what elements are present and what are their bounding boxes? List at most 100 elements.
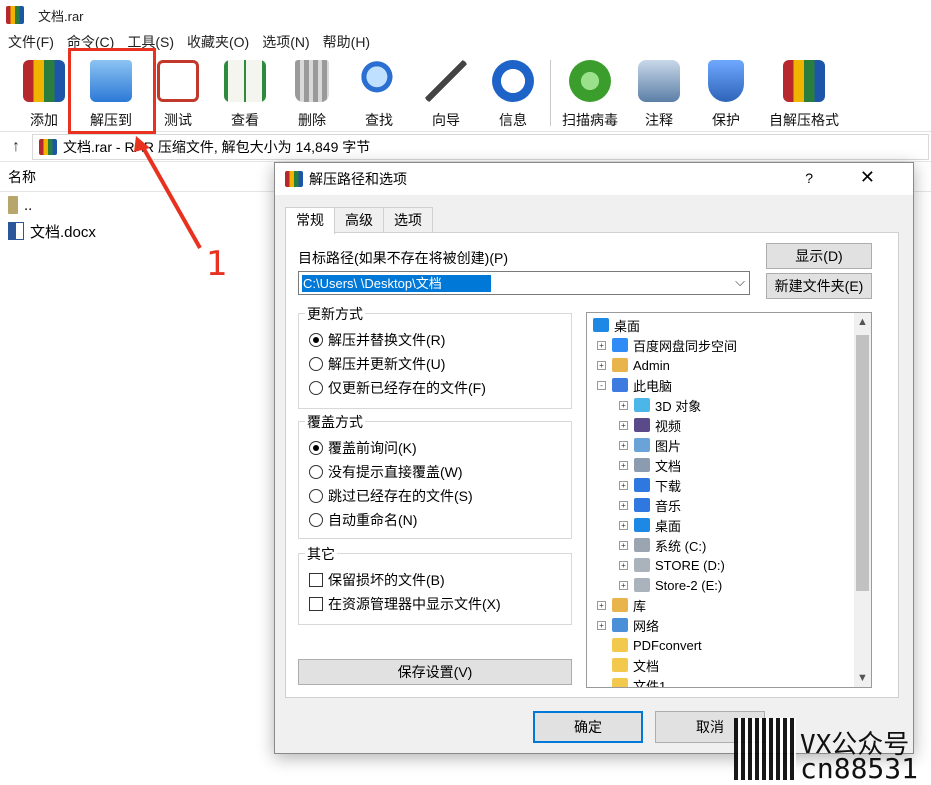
tree-node[interactable]: + 桌面: [619, 515, 681, 535]
tab-general[interactable]: 常规: [285, 207, 335, 234]
radio-overwrite-silent[interactable]: 没有提示直接覆盖(W): [309, 462, 463, 482]
window-title: 文档.rar: [38, 8, 84, 24]
highlight-box: [68, 48, 156, 134]
archive-path: 文档.rar - RAR 压缩文件, 解包大小为 14,849 字节: [32, 133, 929, 160]
desktop-folder-icon: [634, 518, 650, 532]
address-bar: ↑ 文档.rar - RAR 压缩文件, 解包大小为 14,849 字节: [0, 132, 931, 162]
menu-file[interactable]: 文件(F): [8, 32, 54, 52]
expand-icon[interactable]: +: [597, 340, 606, 350]
tree-node[interactable]: 桌面: [593, 315, 640, 335]
scroll-up-icon[interactable]: ▲: [857, 316, 868, 328]
tree-node[interactable]: +3D 对象: [619, 395, 701, 415]
tree-node[interactable]: + STORE (D:): [619, 555, 725, 575]
tree-node[interactable]: + 文档: [619, 455, 681, 475]
menu-favorites[interactable]: 收藏夹(O): [187, 32, 249, 52]
expand-icon[interactable]: +: [619, 560, 628, 570]
tree-node[interactable]: + 网络: [597, 615, 659, 635]
tree-node-label: 百度网盘同步空间: [633, 338, 738, 354]
tree-node-label: 视频: [655, 418, 682, 434]
sfx-button[interactable]: 自解压格式: [764, 58, 844, 130]
menu-options[interactable]: 选项(N): [262, 32, 309, 52]
expand-icon[interactable]: +: [619, 420, 628, 430]
radio-update-existing[interactable]: 仅更新已经存在的文件(F): [309, 378, 486, 398]
tree-node-label: 图片: [655, 438, 682, 454]
expand-icon[interactable]: +: [597, 600, 606, 610]
tab-panel-general: 目标路径(如果不存在将被创建)(P) C:\Users\ \Desktop\文档…: [285, 232, 899, 698]
radio-extract-update[interactable]: 解压并更新文件(U): [309, 354, 445, 374]
radio-extract-replace[interactable]: 解压并替换文件(R): [309, 330, 445, 350]
expand-icon[interactable]: +: [619, 580, 628, 590]
tab-advanced[interactable]: 高级: [334, 207, 384, 233]
expand-icon[interactable]: +: [619, 440, 628, 450]
tree-node[interactable]: + Admin: [597, 355, 670, 375]
expand-icon[interactable]: +: [597, 360, 606, 370]
tree-node-label: 音乐: [655, 498, 682, 514]
desktop-icon: [593, 318, 609, 332]
radio-skip-existing[interactable]: 跳过已经存在的文件(S): [309, 486, 473, 506]
collapse-icon[interactable]: -: [597, 380, 606, 390]
delete-button[interactable]: 删除: [280, 58, 344, 130]
tab-options[interactable]: 选项: [383, 207, 433, 233]
tree-node[interactable]: + 百度网盘同步空间: [597, 335, 737, 355]
tree-node[interactable]: + 视频: [619, 415, 681, 435]
expand-icon[interactable]: +: [619, 400, 628, 410]
dialog-app-icon: [285, 171, 303, 187]
menu-help[interactable]: 帮助(H): [323, 32, 370, 52]
checkbox-keep-broken[interactable]: 保留损坏的文件(B): [309, 570, 445, 590]
pictures-folder-icon: [634, 438, 650, 452]
tree-node[interactable]: + 图片: [619, 435, 681, 455]
video-folder-icon: [634, 418, 650, 432]
folder-icon: [612, 678, 628, 687]
tree-node[interactable]: - 此电脑: [597, 375, 672, 395]
target-path-input[interactable]: C:\Users\ \Desktop\文档 ⌵: [298, 271, 750, 295]
checkbox-show-in-explorer[interactable]: 在资源管理器中显示文件(X): [309, 594, 501, 614]
find-button[interactable]: 查找: [347, 58, 411, 130]
save-settings-button[interactable]: 保存设置(V): [298, 659, 572, 685]
tree-scrollbar[interactable]: ▲ ▼: [854, 313, 871, 687]
show-button[interactable]: 显示(D): [766, 243, 872, 269]
radio-auto-rename[interactable]: 自动重命名(N): [309, 510, 417, 530]
view-button[interactable]: 查看: [213, 58, 277, 130]
tree-node[interactable]: PDFconvert: [597, 635, 702, 655]
radio-ask-before[interactable]: 覆盖前询问(K): [309, 438, 417, 458]
toolbar-separator: [550, 60, 551, 126]
new-folder-button[interactable]: 新建文件夹(E): [766, 273, 872, 299]
help-button[interactable]: ?: [805, 170, 813, 186]
target-path-label: 目标路径(如果不存在将被创建)(P): [298, 250, 508, 266]
tree-node[interactable]: + 库: [597, 595, 646, 615]
expand-icon[interactable]: +: [619, 500, 628, 510]
tree-node[interactable]: 文档: [597, 655, 659, 675]
watermark-line2: cn88531: [800, 752, 919, 785]
wizard-button[interactable]: 向导: [414, 58, 478, 130]
tree-node[interactable]: + 音乐: [619, 495, 681, 515]
info-button[interactable]: 信息: [481, 58, 545, 130]
ok-button[interactable]: 确定: [533, 711, 643, 743]
expand-icon[interactable]: +: [619, 520, 628, 530]
expand-icon[interactable]: +: [619, 480, 628, 490]
tree-node[interactable]: + 系统 (C:): [619, 535, 706, 555]
chevron-down-icon[interactable]: ⌵: [735, 274, 745, 290]
misc-title: 其它: [305, 544, 337, 564]
expand-icon[interactable]: +: [619, 540, 628, 550]
tree-node-label: Store-2 (E:): [655, 577, 723, 593]
rar-file-icon: [39, 138, 57, 155]
tree-node[interactable]: + 下载: [619, 475, 681, 495]
add-button[interactable]: 添加: [12, 58, 76, 130]
tree-node-label: 桌面: [614, 318, 641, 334]
book-view-icon: [224, 60, 266, 102]
expand-icon[interactable]: +: [597, 620, 606, 630]
folder-tree[interactable]: 桌面 + 百度网盘同步空间 + Admin - 此电脑 +3D 对象 + 视频 + 图片 + 文档 + 下载 +…: [586, 312, 872, 688]
music-folder-icon: [634, 498, 650, 512]
qr-code-image: [734, 718, 796, 780]
folder-up-icon: [8, 196, 18, 214]
scroll-down-icon[interactable]: ▼: [857, 672, 868, 684]
tree-node[interactable]: 文件1: [597, 675, 666, 687]
expand-icon[interactable]: +: [619, 460, 628, 470]
scroll-thumb[interactable]: [856, 335, 869, 591]
up-arrow-icon[interactable]: ↑: [0, 138, 32, 156]
protect-button[interactable]: 保护: [694, 58, 758, 130]
comment-button[interactable]: 注释: [627, 58, 691, 130]
close-icon[interactable]: ✕: [860, 167, 875, 188]
scan-virus-button[interactable]: 扫描病毒: [558, 58, 622, 130]
tree-node[interactable]: + Store-2 (E:): [619, 575, 722, 595]
